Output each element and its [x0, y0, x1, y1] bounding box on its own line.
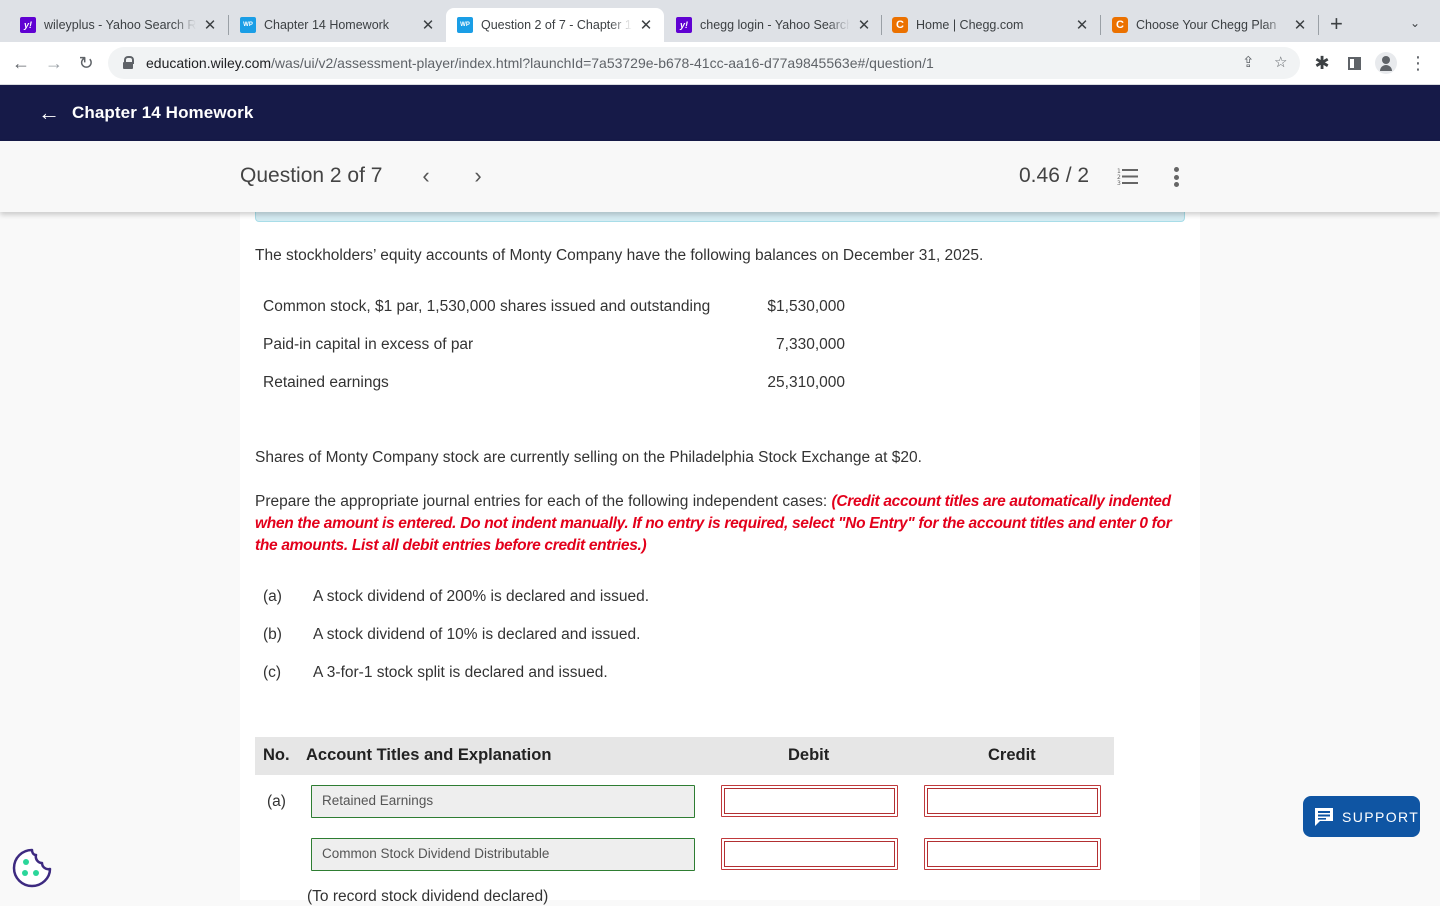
- previous-question-button[interactable]: ‹: [414, 163, 438, 189]
- question-content: The stockholders’ equity accounts of Mon…: [240, 206, 1200, 905]
- market-price-note: Shares of Monty Company stock are curren…: [255, 449, 922, 466]
- support-button[interactable]: SUPPORT: [1303, 796, 1420, 837]
- case-text: A stock dividend of 10% is declared and …: [313, 626, 641, 643]
- share-icon[interactable]: ⇪: [1242, 47, 1255, 79]
- browser-tab[interactable]: WP Chapter 14 Homework ✕: [220, 8, 446, 42]
- chegg-icon: C: [892, 17, 908, 33]
- assignment-header: ← Chapter 14 Homework: [0, 85, 1440, 141]
- browser-menu-icon[interactable]: ⋮: [1405, 50, 1431, 76]
- lock-icon: [122, 56, 134, 70]
- instructions: Prepare the appropriate journal entries …: [255, 491, 1185, 557]
- balance-amount: 7,330,000: [776, 336, 845, 353]
- reload-icon[interactable]: ↻: [73, 50, 99, 76]
- support-label: SUPPORT: [1342, 808, 1420, 825]
- tab-title: Question 2 of 7 - Chapter 1: [481, 18, 632, 32]
- close-tab-icon[interactable]: ✕: [1074, 16, 1090, 34]
- address-bar[interactable]: education.wiley.com/was/ui/v2/assessment…: [108, 47, 1300, 79]
- balance-label: Common stock, $1 par, 1,530,000 shares i…: [263, 298, 711, 315]
- case-label: (b): [263, 626, 282, 643]
- tab-title: wileyplus - Yahoo Search R: [44, 18, 196, 32]
- profile-button[interactable]: [1373, 50, 1399, 76]
- tab-title: chegg login - Yahoo Search: [700, 18, 850, 32]
- close-tab-icon[interactable]: ✕: [856, 16, 872, 34]
- debit-input[interactable]: [724, 788, 895, 814]
- question-list-icon[interactable]: 1 2 3: [1117, 167, 1139, 187]
- case-text: A stock dividend of 200% is declared and…: [313, 588, 650, 605]
- url-host: education.wiley.com: [146, 55, 272, 71]
- journal-table-header: No. Account Titles and Explanation Debit…: [255, 737, 1114, 775]
- browser-tab-strip: y! wileyplus - Yahoo Search R ✕ WP Chapt…: [0, 0, 1440, 42]
- question-navigation-bar: Question 2 of 7 ‹ › 0.46 / 2 1 2 3: [0, 141, 1440, 212]
- case-label: (a): [263, 588, 282, 605]
- back-to-assignment-icon[interactable]: ←: [38, 102, 62, 124]
- credit-input[interactable]: [927, 841, 1098, 867]
- wileyplus-icon: WP: [240, 17, 256, 33]
- credit-input-wrapper: [924, 785, 1101, 817]
- extensions-puzzle-icon[interactable]: ✱: [1309, 50, 1335, 76]
- score-display: 0.46 / 2: [1019, 164, 1090, 187]
- forward-arrow-icon[interactable]: →: [41, 50, 67, 76]
- yahoo-icon: y!: [676, 17, 692, 33]
- profile-avatar-icon: [1375, 52, 1397, 74]
- balance-amount: $1,530,000: [767, 298, 845, 315]
- header-debit: Debit: [788, 746, 830, 764]
- question-intro: The stockholders’ equity accounts of Mon…: [255, 247, 984, 264]
- tab-title: Home | Chegg.com: [916, 18, 1024, 32]
- browser-toolbar: ← → ↻ education.wiley.com/was/ui/v2/asse…: [0, 42, 1440, 85]
- header-account-titles: Account Titles and Explanation: [306, 746, 552, 764]
- close-tab-icon[interactable]: ✕: [202, 16, 218, 34]
- case-label: (c): [263, 664, 282, 681]
- debit-input-wrapper: [721, 838, 898, 870]
- debit-input[interactable]: [724, 841, 895, 867]
- browser-tab-active[interactable]: WP Question 2 of 7 - Chapter 1 ✕: [446, 8, 664, 42]
- close-tab-icon[interactable]: ✕: [1292, 16, 1308, 34]
- question-counter: Question 2 of 7: [240, 164, 383, 187]
- assignment-title[interactable]: Chapter 14 Homework: [72, 103, 253, 123]
- account-title-field[interactable]: Common Stock Dividend Distributable: [311, 838, 695, 871]
- tab-title: Chapter 14 Homework: [264, 18, 390, 32]
- browser-tab[interactable]: y! chegg login - Yahoo Search ✕: [656, 8, 882, 42]
- instruction-text: Prepare the appropriate journal entries …: [255, 493, 828, 510]
- next-question-button[interactable]: ›: [466, 163, 490, 189]
- url-path: /was/ui/v2/assessment-player/index.html?…: [271, 55, 934, 71]
- case-text: A 3-for-1 stock split is declared and is…: [313, 664, 608, 681]
- tab-search-chevron-icon[interactable]: ⌄: [1410, 16, 1420, 30]
- header-no: No.: [263, 746, 290, 764]
- wileyplus-icon: WP: [457, 17, 473, 33]
- back-arrow-icon[interactable]: ←: [8, 50, 34, 76]
- side-panel-button[interactable]: [1341, 50, 1367, 76]
- browser-tab[interactable]: C Home | Chegg.com ✕: [872, 8, 1100, 42]
- yahoo-icon: y!: [20, 17, 36, 33]
- close-tab-icon[interactable]: ✕: [420, 16, 436, 34]
- tab-title: Choose Your Chegg Plan: [1136, 18, 1277, 32]
- header-credit: Credit: [988, 746, 1036, 764]
- close-tab-icon[interactable]: ✕: [638, 16, 654, 34]
- credit-input[interactable]: [927, 788, 1098, 814]
- browser-tab[interactable]: y! wileyplus - Yahoo Search R ✕: [0, 8, 228, 42]
- balance-label: Retained earnings: [263, 374, 389, 391]
- chegg-icon: C: [1112, 17, 1128, 33]
- new-tab-button[interactable]: +: [1330, 12, 1343, 36]
- more-options-icon[interactable]: [1167, 167, 1185, 187]
- balance-amount: 25,310,000: [767, 374, 845, 391]
- bookmark-star-icon[interactable]: ☆: [1274, 47, 1287, 79]
- browser-tab[interactable]: C Choose Your Chegg Plan ✕: [1092, 8, 1318, 42]
- tab-separator: [1318, 15, 1319, 35]
- chat-icon: [1315, 807, 1333, 826]
- entry-explanation: (To record stock dividend declared): [307, 888, 549, 905]
- side-panel-icon: [1347, 56, 1361, 70]
- debit-input-wrapper: [721, 785, 898, 817]
- entry-number: (a): [267, 793, 286, 810]
- balance-label: Paid-in capital in excess of par: [263, 336, 474, 353]
- credit-input-wrapper: [924, 838, 1101, 870]
- svg-text:3: 3: [1117, 180, 1121, 187]
- cookie-settings-icon[interactable]: [11, 847, 53, 889]
- account-title-field[interactable]: Retained Earnings: [311, 785, 695, 818]
